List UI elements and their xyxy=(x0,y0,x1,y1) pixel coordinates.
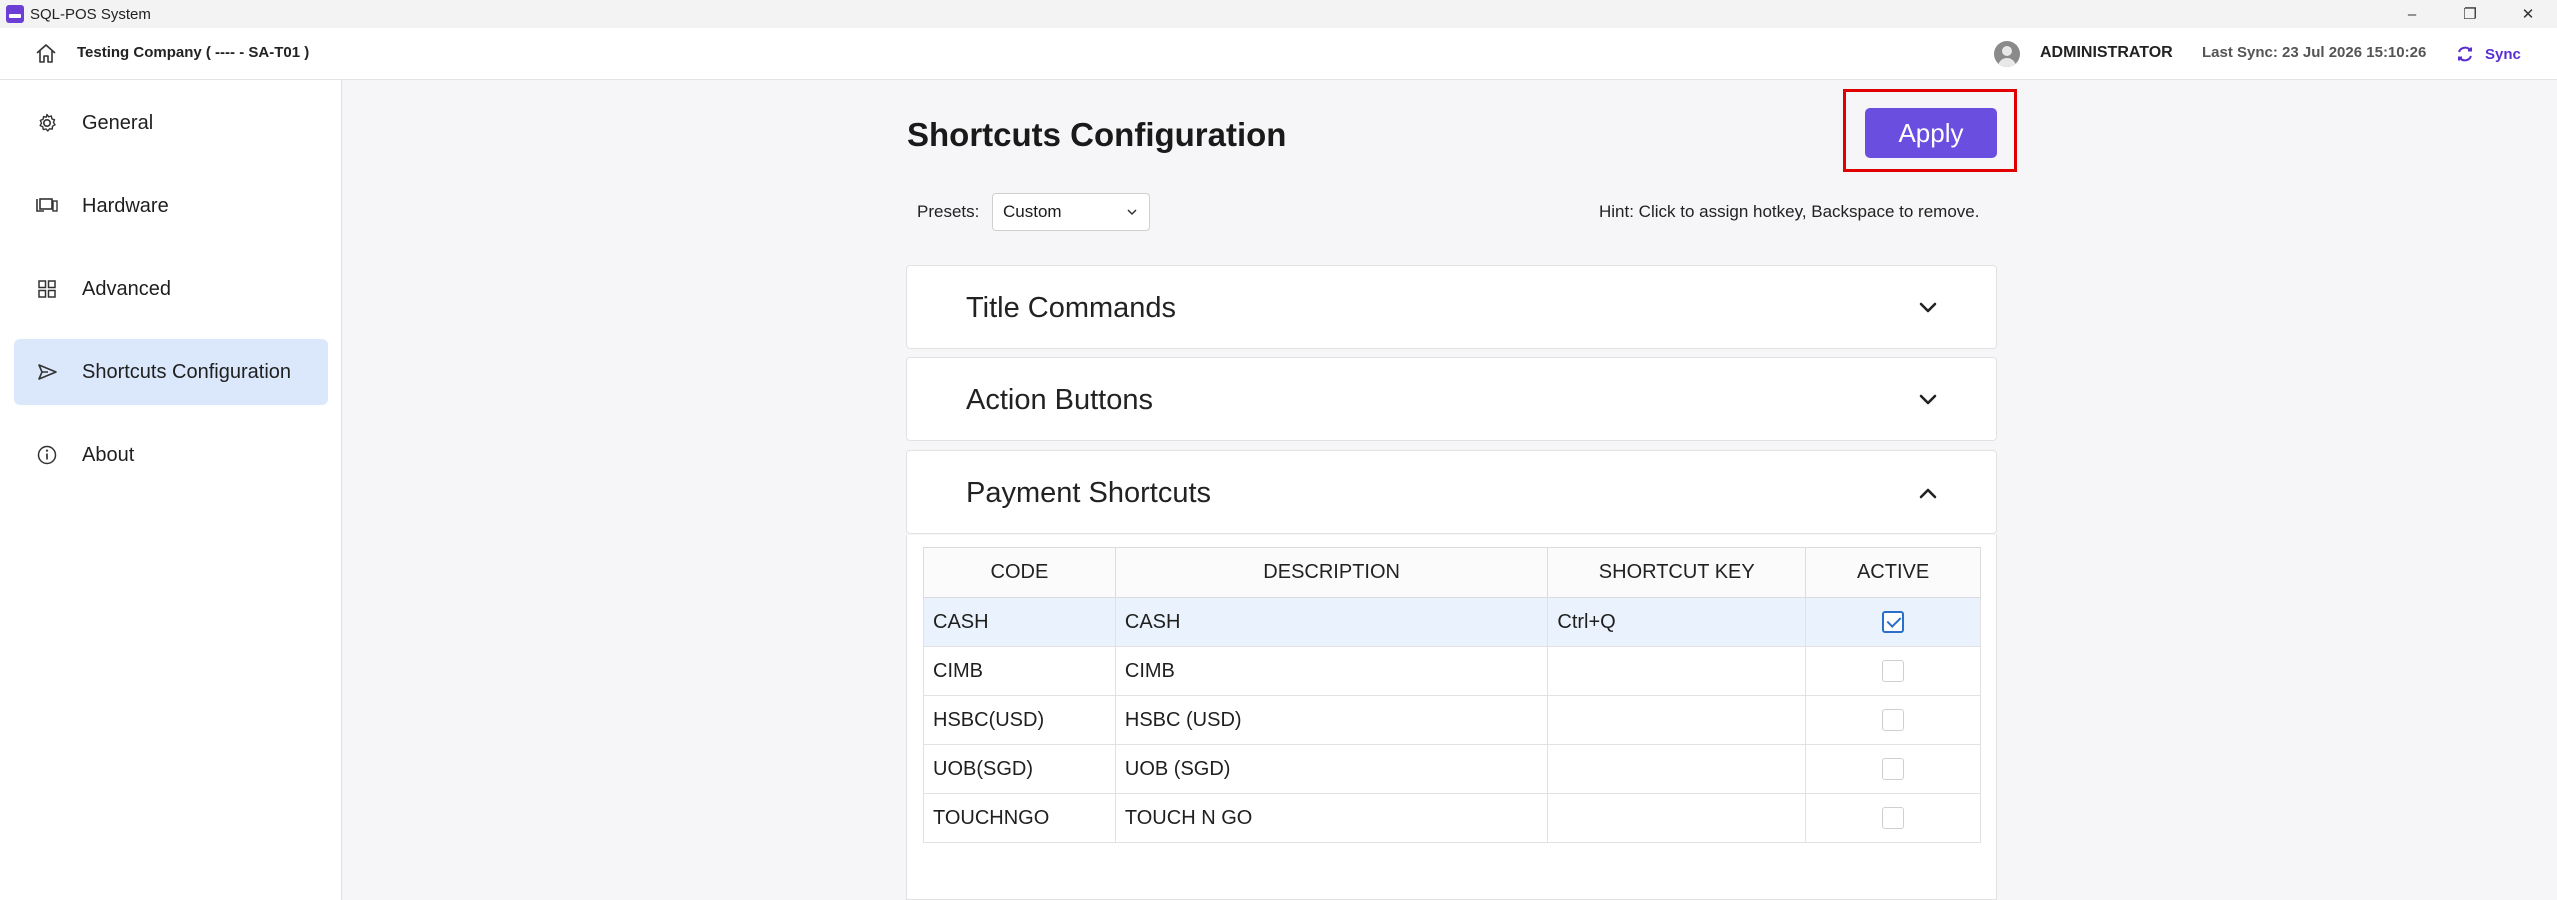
table-row[interactable]: CIMB CIMB xyxy=(923,646,1981,696)
window-title: SQL-POS System xyxy=(30,5,151,23)
cell-code: CASH xyxy=(923,597,1116,647)
cell-active xyxy=(1805,646,1981,696)
hardware-icon xyxy=(32,191,62,221)
cell-description: UOB (SGD) xyxy=(1114,744,1549,794)
sidebar-item-label: Shortcuts Configuration xyxy=(82,360,292,383)
cell-code: CIMB xyxy=(923,646,1116,696)
window-controls: – ❐ ✕ xyxy=(2383,0,2557,28)
sidebar-item-label: About xyxy=(82,443,135,466)
sidebar-item-shortcuts-configuration[interactable]: Shortcuts Configuration xyxy=(14,339,328,405)
hint-text: Hint: Click to assign hotkey, Backspace … xyxy=(1599,202,1980,221)
company-name: Testing Company ( ---- - SA-T01 ) xyxy=(77,44,310,61)
top-header: Testing Company ( ---- - SA-T01 ) ADMINI… xyxy=(0,28,2557,80)
info-icon xyxy=(32,440,62,470)
minimize-button[interactable]: – xyxy=(2383,0,2441,28)
chevron-up-icon xyxy=(1919,488,1937,499)
cell-description: CIMB xyxy=(1114,646,1549,696)
chevron-down-icon xyxy=(1919,302,1937,313)
cell-active xyxy=(1805,695,1981,745)
section-title-commands[interactable]: Title Commands xyxy=(906,265,1997,349)
cell-shortcut-key[interactable] xyxy=(1547,695,1807,745)
section-payment-shortcuts[interactable]: Payment Shortcuts xyxy=(906,450,1997,534)
send-icon xyxy=(32,357,62,387)
cell-shortcut-key[interactable] xyxy=(1547,793,1807,843)
active-checkbox[interactable] xyxy=(1882,709,1905,732)
sidebar-item-label: Advanced xyxy=(82,277,171,300)
payment-shortcuts-table: CODE DESCRIPTION SHORTCUT KEY ACTIVE CAS… xyxy=(923,547,1981,843)
window-titlebar: SQL-POS System – ❐ ✕ xyxy=(0,0,2557,28)
active-checkbox[interactable] xyxy=(1882,611,1905,634)
chevron-down-icon xyxy=(1127,209,1137,216)
cell-shortcut-key[interactable] xyxy=(1547,744,1807,794)
active-checkbox[interactable] xyxy=(1882,660,1905,683)
presets-label: Presets: xyxy=(917,202,980,221)
section-action-buttons[interactable]: Action Buttons xyxy=(906,357,1997,441)
restore-button[interactable]: ❐ xyxy=(2441,0,2499,28)
cell-description: HSBC (USD) xyxy=(1114,695,1549,745)
sidebar-item-advanced[interactable]: Advanced xyxy=(14,256,328,322)
sidebar-item-about[interactable]: About xyxy=(14,422,328,488)
sidebar-item-label: Hardware xyxy=(82,194,169,217)
column-header-shortcut-key[interactable]: SHORTCUT KEY xyxy=(1547,547,1807,598)
column-header-code[interactable]: CODE xyxy=(923,547,1116,598)
active-checkbox[interactable] xyxy=(1882,758,1905,781)
sync-button[interactable]: Sync xyxy=(2455,38,2521,70)
gear-icon xyxy=(32,108,62,138)
cell-shortcut-key[interactable] xyxy=(1547,646,1807,696)
home-icon[interactable] xyxy=(33,41,59,67)
chevron-down-icon xyxy=(1919,394,1937,405)
sync-icon xyxy=(2458,46,2472,62)
user-avatar-icon xyxy=(1994,41,2020,67)
column-header-description[interactable]: DESCRIPTION xyxy=(1114,547,1549,598)
page-title: Shortcuts Configuration xyxy=(907,116,1287,153)
column-header-active[interactable]: ACTIVE xyxy=(1805,547,1981,598)
payment-shortcuts-panel: CODE DESCRIPTION SHORTCUT KEY ACTIVE CAS… xyxy=(906,535,1997,900)
sidebar: General Hardware Advanced Shortcuts Conf… xyxy=(0,80,342,900)
presets-dropdown[interactable]: Custom xyxy=(992,193,1150,231)
table-row[interactable]: TOUCHNGO TOUCH N GO xyxy=(923,793,1981,843)
cell-code: HSBC(USD) xyxy=(923,695,1116,745)
section-title: Payment Shortcuts xyxy=(966,477,1211,509)
apply-button[interactable]: Apply xyxy=(1865,108,1997,158)
main-content: Shortcuts Configuration Apply Presets: C… xyxy=(343,80,2557,900)
table-header-row: CODE DESCRIPTION SHORTCUT KEY ACTIVE xyxy=(923,547,1981,598)
cell-active xyxy=(1805,793,1981,843)
cell-active xyxy=(1805,597,1981,647)
close-button[interactable]: ✕ xyxy=(2499,0,2557,28)
table-row[interactable]: CASH CASH Ctrl+Q xyxy=(923,597,1981,647)
cell-description: TOUCH N GO xyxy=(1114,793,1549,843)
cell-active xyxy=(1805,744,1981,794)
cell-shortcut-key[interactable]: Ctrl+Q xyxy=(1547,597,1807,647)
user-name: ADMINISTRATOR xyxy=(2040,44,2173,61)
cell-description: CASH xyxy=(1114,597,1549,647)
sidebar-item-hardware[interactable]: Hardware xyxy=(14,173,328,239)
active-checkbox[interactable] xyxy=(1882,807,1905,830)
app-logo-icon xyxy=(6,5,24,23)
section-title: Title Commands xyxy=(966,292,1177,324)
sync-label: Sync xyxy=(2485,45,2521,63)
cell-code: TOUCHNGO xyxy=(923,793,1116,843)
last-sync-text: Last Sync: 23 Jul 2026 15:10:26 xyxy=(2202,44,2427,61)
sidebar-item-general[interactable]: General xyxy=(14,90,328,156)
sidebar-item-label: General xyxy=(82,111,154,134)
table-row[interactable]: HSBC(USD) HSBC (USD) xyxy=(923,695,1981,745)
cell-code: UOB(SGD) xyxy=(923,744,1116,794)
grid-icon xyxy=(32,274,62,304)
presets-selected-value: Custom xyxy=(1003,202,1062,221)
section-title: Action Buttons xyxy=(966,384,1153,416)
table-row[interactable]: UOB(SGD) UOB (SGD) xyxy=(923,744,1981,794)
